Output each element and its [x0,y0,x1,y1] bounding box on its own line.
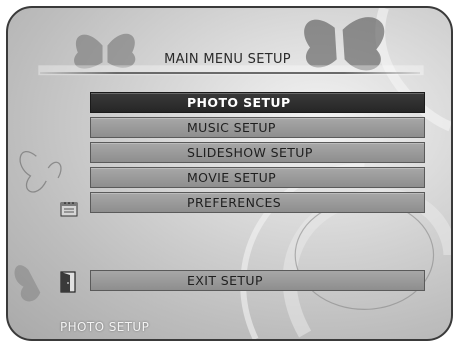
menu-item-preferences[interactable]: PREFERENCES [90,192,425,213]
notepad-icon [60,202,78,217]
menu-item-photo-setup[interactable]: PHOTO SETUP [90,92,425,113]
exit-setup-button[interactable]: EXIT SETUP [90,270,425,291]
menu-item-movie-setup[interactable]: MOVIE SETUP [90,167,425,188]
menu-title: MAIN MENU SETUP [164,52,291,67]
menu-item-music-setup[interactable]: MUSIC SETUP [90,117,425,138]
menu-item-slideshow-setup[interactable]: SLIDESHOW SETUP [90,142,425,163]
exit-door-icon [60,271,76,293]
stage: MAIN MENU SETUP PHOTO SETUP MUSIC SETUP … [0,0,461,349]
status-text: PHOTO SETUP [60,320,150,334]
title-divider [40,72,420,74]
main-menu-list: PHOTO SETUP MUSIC SETUP SLIDESHOW SETUP … [90,92,425,217]
tv-screen: MAIN MENU SETUP PHOTO SETUP MUSIC SETUP … [6,6,453,341]
